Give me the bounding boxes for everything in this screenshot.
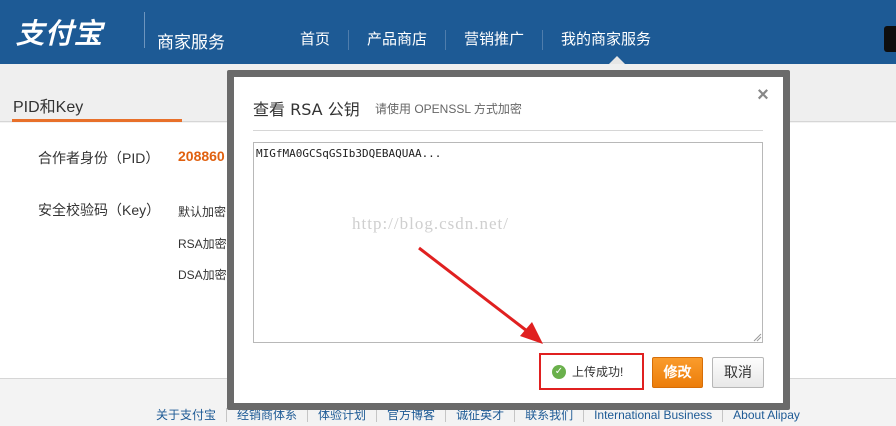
- cancel-button[interactable]: 取消: [712, 357, 764, 388]
- upload-success-status: ✓ 上传成功!: [552, 363, 623, 380]
- public-key-textarea[interactable]: [253, 142, 763, 343]
- key-label: 安全校验码（Key）: [38, 202, 161, 218]
- alipay-logo[interactable]: 支付宝: [16, 12, 103, 52]
- footer-link-contact[interactable]: 联系我们: [514, 408, 583, 422]
- watermark-text: http://blog.csdn.net/: [352, 214, 509, 233]
- main-nav: 首页 产品商店 营销推广 我的商家服务: [282, 30, 669, 50]
- modal-title: 查看 RSA 公钥: [253, 100, 360, 119]
- pid-label: 合作者身份（PID）: [38, 150, 160, 166]
- footer-link-about[interactable]: 关于支付宝: [156, 408, 226, 422]
- nav-active-pointer: [609, 56, 625, 64]
- check-icon: ✓: [552, 364, 566, 379]
- header-edge-button[interactable]: [884, 26, 896, 52]
- footer-links: 关于支付宝 经销商体系 体验计划 官方博客 诚征英才 联系我们 Internat…: [156, 408, 810, 422]
- merchant-service-title: 商家服务: [157, 33, 225, 52]
- footer-link-experience[interactable]: 体验计划: [307, 408, 376, 422]
- edit-button[interactable]: 修改: [652, 357, 703, 388]
- success-message: 上传成功!: [572, 365, 624, 379]
- resize-grip-icon[interactable]: [752, 332, 762, 342]
- footer-link-international[interactable]: International Business: [583, 408, 722, 422]
- nav-item-my-services[interactable]: 我的商家服务: [542, 30, 669, 50]
- tab-pid-key[interactable]: PID和Key: [13, 93, 83, 117]
- nav-item-product-store[interactable]: 产品商店: [348, 30, 445, 50]
- header-divider: [144, 12, 145, 48]
- close-icon[interactable]: ×: [752, 84, 774, 106]
- footer-link-about-alipay[interactable]: About Alipay: [722, 408, 810, 422]
- footer-link-blog[interactable]: 官方博客: [376, 408, 445, 422]
- nav-item-home[interactable]: 首页: [282, 30, 348, 50]
- modal-subtitle: 请使用 OPENSSL 方式加密: [375, 102, 522, 116]
- tab-active-underline: [12, 119, 182, 122]
- nav-item-marketing[interactable]: 营销推广: [445, 30, 542, 50]
- pid-value: 208860: [178, 148, 225, 164]
- footer-link-distributor[interactable]: 经销商体系: [226, 408, 307, 422]
- modal-divider: [253, 130, 763, 131]
- footer-link-careers[interactable]: 诚征英才: [445, 408, 514, 422]
